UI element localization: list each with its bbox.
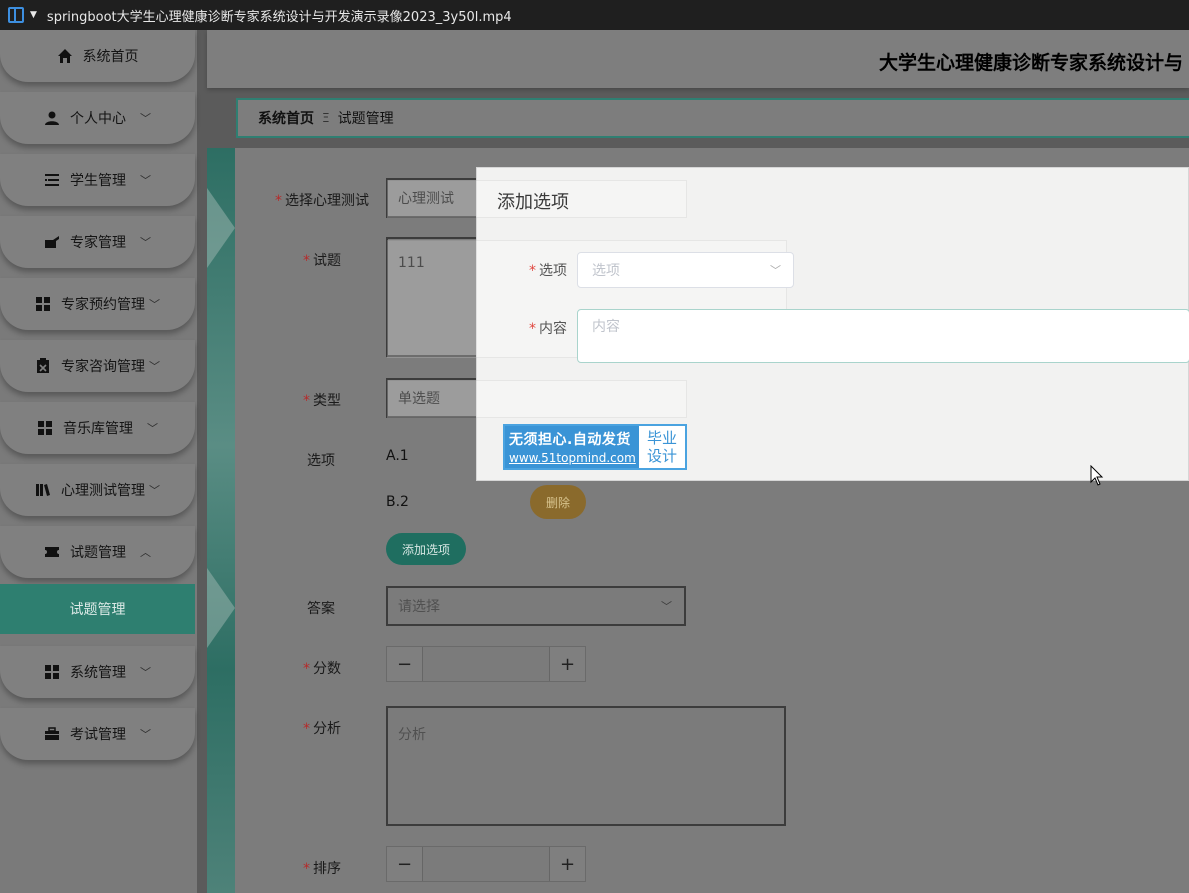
- watermark-url: www.51topmind.com: [509, 451, 636, 465]
- user-icon: [44, 110, 60, 126]
- sidebar-item-label: 系统首页: [82, 49, 139, 65]
- window-title: springboot大学生心理健康诊断专家系统设计与开发演示录像2023_3y5…: [46, 9, 512, 25]
- dialog-content-textarea[interactable]: 内容: [577, 309, 1189, 363]
- order-input[interactable]: [423, 847, 549, 881]
- dialog-option-select[interactable]: 选项 ﹀: [577, 252, 794, 288]
- chevron-down-icon: ﹀: [147, 422, 158, 435]
- book-icon: [35, 482, 51, 498]
- order-label: * 排序: [303, 861, 341, 877]
- sidebar-item-experts[interactable]: 专家管理 ﹀: [0, 216, 195, 268]
- breadcrumb-home[interactable]: 系统首页: [258, 108, 314, 128]
- ticket-icon: [44, 544, 60, 560]
- chevron-down-icon: ﹀: [149, 484, 160, 497]
- chevron-down-icon: ﹀: [140, 728, 151, 741]
- add-option-dialog: 添加选项 * 选项 选项 ﹀ * 内容 内容 无须担心.自动发货 www.51top…: [387, 167, 1189, 481]
- sidebar: 系统首页 个人中心 ﹀ 学生管理 ﹀ 专家管理 ﹀ 专家预约管理 ﹀ 专家咨询管…: [0, 30, 197, 893]
- sidebar-item-system[interactable]: 系统管理 ﹀: [0, 646, 195, 698]
- chevron-down-icon: ﹀: [140, 174, 151, 187]
- grid-icon: [35, 296, 51, 312]
- window-titlebar: ▼ springboot大学生心理健康诊断专家系统设计与开发演示录像2023_3…: [0, 0, 1189, 30]
- sidebar-item-students[interactable]: 学生管理 ﹀: [0, 154, 195, 206]
- chevron-down-icon: ﹀: [140, 236, 151, 249]
- sidebar-item-personal[interactable]: 个人中心 ﹀: [0, 92, 195, 144]
- watermark-right-line2: 设计: [646, 447, 677, 465]
- breadcrumb-separator: Ξ: [322, 111, 330, 125]
- sidebar-item-appointments[interactable]: 专家预约管理 ﹀: [0, 278, 195, 330]
- clipboard-icon: [35, 358, 51, 374]
- sidebar-item-label: 学生管理: [70, 173, 126, 189]
- sidebar-item-label: 系统管理: [70, 665, 126, 681]
- chevron-down-icon: ﹀: [140, 666, 151, 679]
- grid-icon: [37, 420, 53, 436]
- analysis-label: * 分析: [303, 721, 341, 737]
- sidebar-item-home[interactable]: 系统首页: [0, 30, 195, 82]
- test-select-label: * 选择心理测试: [275, 193, 369, 209]
- list-icon: [44, 172, 60, 188]
- decrement-button[interactable]: −: [387, 847, 423, 881]
- breadcrumb-current: 试题管理: [337, 111, 394, 127]
- chevron-down-icon: ﹀: [149, 360, 160, 373]
- increment-button[interactable]: +: [549, 647, 585, 681]
- dialog-content-label: * 内容: [529, 321, 567, 337]
- sidebar-subitem-question-manage[interactable]: 试题管理: [0, 584, 195, 634]
- question-label: * 试题: [303, 253, 341, 269]
- analysis-textarea[interactable]: 分析: [386, 706, 786, 826]
- watermark-badge: 无须担心.自动发货 www.51topmind.com 毕业 设计: [503, 424, 687, 470]
- score-stepper[interactable]: − +: [386, 646, 586, 682]
- answer-select[interactable]: 请选择 ﹀: [386, 586, 686, 626]
- breadcrumb: 系统首页 Ξ 试题管理: [236, 98, 1189, 138]
- sidebar-item-exams[interactable]: 考试管理 ﹀: [0, 708, 195, 760]
- grid-icon: [44, 664, 60, 680]
- chevron-down-icon: ﹀: [770, 264, 781, 277]
- delete-option-button[interactable]: 删除: [530, 485, 586, 519]
- decrement-button[interactable]: −: [387, 647, 423, 681]
- sidebar-item-label: 音乐库管理: [63, 421, 133, 437]
- sidebar-item-tests[interactable]: 心理测试管理 ﹀: [0, 464, 195, 516]
- dialog-title: 添加选项: [497, 192, 569, 213]
- type-label: * 类型: [303, 393, 341, 409]
- add-option-button[interactable]: 添加选项: [386, 533, 466, 565]
- sidebar-item-label: 心理测试管理: [61, 483, 145, 499]
- caret-down-icon[interactable]: ▼: [30, 10, 37, 20]
- chevron-up-icon: ︿: [140, 546, 151, 559]
- system-title: 大学生心理健康诊断专家系统设计与: [879, 52, 1184, 74]
- option-item: B.2: [386, 494, 409, 510]
- app-layout-icon[interactable]: [8, 7, 24, 23]
- order-stepper[interactable]: − +: [386, 846, 586, 882]
- top-header: 大学生心理健康诊断专家系统设计与: [207, 30, 1189, 88]
- option-item: A.1: [386, 448, 409, 464]
- chevron-down-icon: ﹀: [140, 112, 151, 125]
- sidebar-item-music[interactable]: 音乐库管理 ﹀: [0, 402, 195, 454]
- dialog-option-label: * 选项: [529, 263, 567, 279]
- sidebar-item-consultations[interactable]: 专家咨询管理 ﹀: [0, 340, 195, 392]
- score-label: * 分数: [303, 661, 341, 677]
- score-input[interactable]: [423, 647, 549, 681]
- background-ghost: [387, 380, 687, 418]
- watermark-line1: 无须担心.自动发货: [509, 432, 631, 448]
- sidebar-item-label: 专家管理: [70, 235, 126, 251]
- answer-label: 答案: [307, 601, 335, 617]
- toolbox-icon: [44, 726, 60, 742]
- increment-button[interactable]: +: [549, 847, 585, 881]
- chevron-down-icon: ﹀: [149, 298, 160, 311]
- watermark-right-line1: 毕业: [646, 429, 677, 447]
- sidebar-item-label: 考试管理: [70, 727, 126, 743]
- briefcase-icon: [44, 234, 60, 250]
- home-icon: [57, 48, 73, 64]
- sidebar-item-label: 试题管理: [70, 545, 126, 561]
- sidebar-item-label: 个人中心: [70, 111, 126, 127]
- sidebar-item-label: 专家咨询管理: [61, 359, 145, 375]
- mouse-cursor-icon: [1090, 465, 1104, 486]
- options-label: 选项: [307, 453, 335, 469]
- sidebar-item-questions[interactable]: 试题管理 ︿: [0, 526, 195, 578]
- sidebar-item-label: 专家预约管理: [61, 297, 145, 313]
- chevron-down-icon: ﹀: [661, 600, 672, 613]
